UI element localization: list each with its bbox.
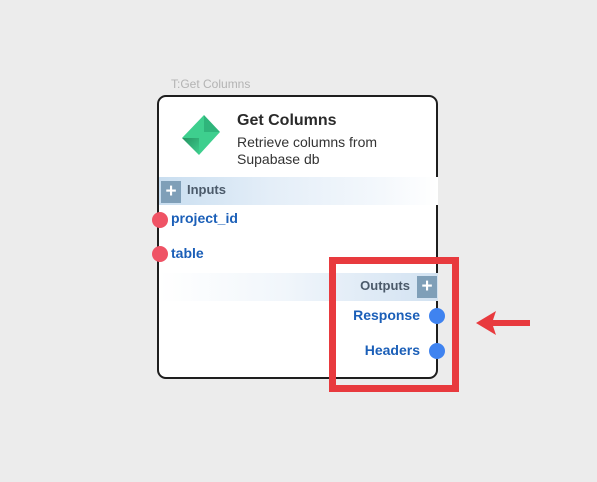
flow-canvas[interactable]: T:Get Columns Get Columns Retrieve colum…	[0, 0, 597, 482]
input-port-project-id[interactable]	[152, 212, 168, 228]
add-output-button[interactable]: +	[417, 276, 437, 298]
inputs-section-header: + Inputs	[159, 177, 438, 205]
input-port-table[interactable]	[152, 246, 168, 262]
input-label-project-id: project_id	[171, 210, 238, 226]
outputs-label: Outputs	[360, 278, 410, 293]
left-arrow-icon	[476, 311, 530, 335]
inputs-label: Inputs	[187, 182, 226, 197]
node-title: Get Columns	[237, 112, 337, 129]
node-description: Retrieve columns from Supabase db	[237, 134, 378, 167]
output-label-headers: Headers	[364, 342, 420, 358]
outputs-section-header: Outputs +	[159, 273, 438, 301]
output-port-response[interactable]	[429, 308, 445, 324]
node-tag-label: T:Get Columns	[171, 77, 251, 91]
input-label-table: table	[171, 245, 204, 261]
output-port-headers[interactable]	[429, 343, 445, 359]
add-input-button[interactable]: +	[161, 181, 181, 203]
supabase-logo-icon	[182, 115, 220, 155]
get-columns-node[interactable]: Get Columns Retrieve columns from Supaba…	[152, 95, 445, 379]
output-label-response: Response	[353, 307, 420, 323]
